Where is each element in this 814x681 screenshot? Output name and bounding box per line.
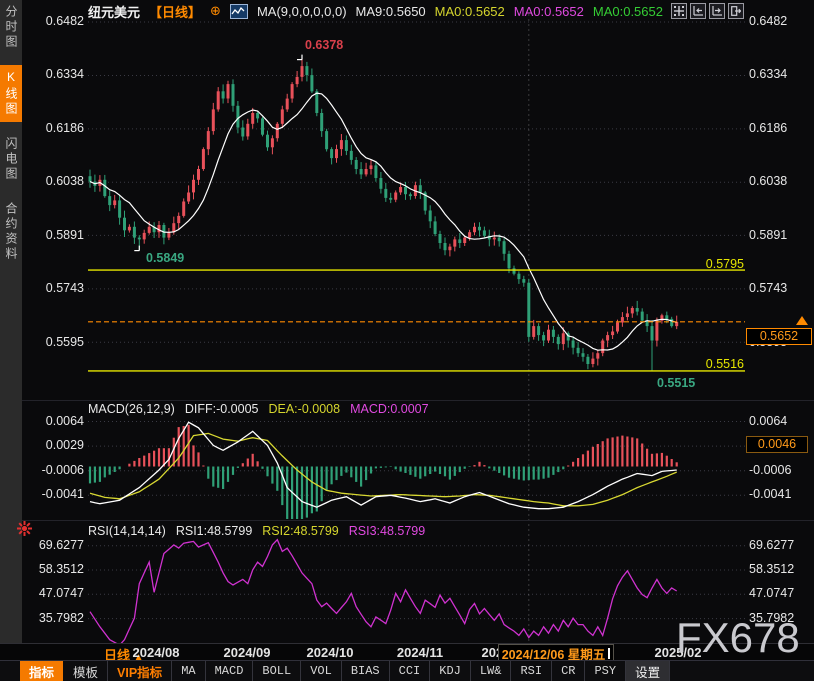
- axis-label: 0.5743: [28, 281, 84, 295]
- chart-header: 纽元美元 【日线】 ⊕ MA(9,0,0,0,0,0) MA9:0.5650 M…: [88, 2, 663, 20]
- macd-title: MACD(26,12,9): [88, 402, 175, 416]
- red-asterisk-icon[interactable]: [17, 521, 32, 536]
- macd-diff-value: DIFF:-0.0005: [185, 402, 259, 416]
- app-window: { "header": { "symbol": "纽元美元", "period"…: [0, 0, 814, 681]
- toolbar-item-VIP指标[interactable]: VIP指标: [108, 661, 172, 681]
- macd-current-badge: 0.0046: [746, 436, 808, 453]
- axis-label: 0.5891: [28, 228, 84, 242]
- axis-label: 58.3512: [28, 562, 84, 576]
- axis-label: 47.0747: [749, 586, 811, 600]
- toolbar-item-CCI[interactable]: CCI: [390, 661, 431, 681]
- time-tick: 2024/10: [307, 645, 354, 660]
- sidebar-item-1[interactable]: K线图: [0, 65, 22, 122]
- axis-label: -0.0041: [28, 487, 84, 501]
- rsi-header: RSI(14,14,14) RSI1:48.5799 RSI2:48.5799 …: [88, 524, 425, 538]
- time-tick: 2024/11: [397, 645, 443, 660]
- axis-label: 47.0747: [28, 586, 84, 600]
- axis-label: 0.6334: [28, 67, 84, 81]
- toolbar-item-RSI[interactable]: RSI: [511, 661, 552, 681]
- pane-divider: [22, 520, 814, 521]
- axis-label: 0.5595: [28, 335, 84, 349]
- sidebar-item-0[interactable]: 分时图: [0, 0, 22, 55]
- indicator-toolbar: 指标模板VIP指标MAMACDBOLLVOLBIASCCIKDJLW&RSICR…: [0, 660, 814, 681]
- axis-label: 0.0064: [749, 414, 811, 428]
- chart-canvas[interactable]: [0, 0, 814, 681]
- axis-label: 0.0064: [28, 414, 84, 428]
- axis-label: 0.6038: [28, 174, 84, 188]
- chart-toolbox: [671, 3, 744, 19]
- axis-label: 0.6482: [749, 14, 811, 28]
- rsi3-value: RSI3:48.5799: [349, 524, 425, 538]
- axis-label: 69.6277: [749, 538, 811, 552]
- text-cursor: [608, 648, 610, 659]
- high-annotation: 0.6378: [305, 38, 343, 52]
- toolbar-item-模板[interactable]: 模板: [64, 661, 108, 681]
- axis-label: 0.6186: [28, 121, 84, 135]
- toolbar-item-VOL[interactable]: VOL: [301, 661, 342, 681]
- toolbar-item-MA[interactable]: MA: [172, 661, 205, 681]
- add-indicator-icon[interactable]: ⊕: [210, 3, 221, 19]
- price-up-arrow-icon: [796, 316, 808, 325]
- axis-label: 35.7982: [28, 611, 84, 625]
- fx678-watermark: FX678: [676, 614, 800, 662]
- toolbar-item-指标[interactable]: 指标: [20, 661, 63, 681]
- low-annotation: 0.5849: [146, 251, 184, 265]
- toolbar-item-CR[interactable]: CR: [552, 661, 585, 681]
- left-sidebar: 分时图 K线图闪电图合约资料: [0, 0, 22, 643]
- toolbar-item-PSY[interactable]: PSY: [585, 661, 626, 681]
- toolbar-item-BIAS[interactable]: BIAS: [342, 661, 390, 681]
- toolbar-item-LW&[interactable]: LW&: [471, 661, 512, 681]
- shift-left-icon[interactable]: [690, 3, 706, 19]
- ma9-value: MA9:0.5650: [356, 4, 426, 19]
- current-price-badge: 0.5652: [746, 328, 812, 345]
- rsi-title: RSI(14,14,14): [88, 524, 166, 538]
- macd-dea-value: DEA:-0.0008: [268, 402, 340, 416]
- rsi1-value: RSI1:48.5799: [176, 524, 252, 538]
- axis-label: 69.6277: [28, 538, 84, 552]
- axis-label: 0.6038: [749, 174, 811, 188]
- pane-divider: [22, 400, 814, 401]
- time-tick: 2024/09: [224, 645, 271, 660]
- period-tag: 【日线】: [149, 2, 201, 21]
- toolbar-item-BOLL[interactable]: BOLL: [253, 661, 301, 681]
- rsi2-value: RSI2:48.5799: [262, 524, 338, 538]
- ma0-green-value: MA0:0.5652: [593, 4, 663, 19]
- sidebar-item-3[interactable]: 合约资料: [0, 197, 22, 267]
- axis-label: 58.3512: [749, 562, 811, 576]
- toolbar-item-MACD[interactable]: MACD: [206, 661, 254, 681]
- axis-label: 0.5891: [749, 228, 811, 242]
- ma0-yellow-value: MA0:0.5652: [435, 4, 505, 19]
- toolbar-item-KDJ[interactable]: KDJ: [430, 661, 471, 681]
- spike-low-annotation: 0.5515: [657, 376, 695, 390]
- resistance-label: 0.5795: [698, 257, 744, 271]
- shift-right-icon[interactable]: [709, 3, 725, 19]
- ma-settings: MA(9,0,0,0,0,0): [257, 4, 347, 19]
- macd-header: MACD(26,12,9) DIFF:-0.0005 DEA:-0.0008 M…: [88, 402, 429, 416]
- axis-label: 0.6186: [749, 121, 811, 135]
- axis-label: 0.6482: [28, 14, 84, 28]
- move-icon[interactable]: [671, 3, 687, 19]
- toolbar-item-设置[interactable]: 设置: [626, 661, 670, 681]
- axis-label: 0.6334: [749, 67, 811, 81]
- time-tick: 2024/08: [133, 645, 180, 660]
- axis-label: 0.0029: [28, 438, 84, 452]
- axis-label: 0.5743: [749, 281, 811, 295]
- exit-icon[interactable]: [728, 3, 744, 19]
- axis-label: -0.0041: [749, 487, 811, 501]
- macd-macd-value: MACD:0.0007: [350, 402, 429, 416]
- line-chart-icon[interactable]: [230, 4, 248, 19]
- axis-label: -0.0006: [28, 463, 84, 477]
- ma0-magenta-value: MA0:0.5652: [514, 4, 584, 19]
- support-label: 0.5516: [698, 357, 744, 371]
- axis-label: -0.0006: [749, 463, 811, 477]
- symbol-name: 纽元美元: [88, 2, 140, 21]
- sidebar-item-2[interactable]: 闪电图: [0, 132, 22, 187]
